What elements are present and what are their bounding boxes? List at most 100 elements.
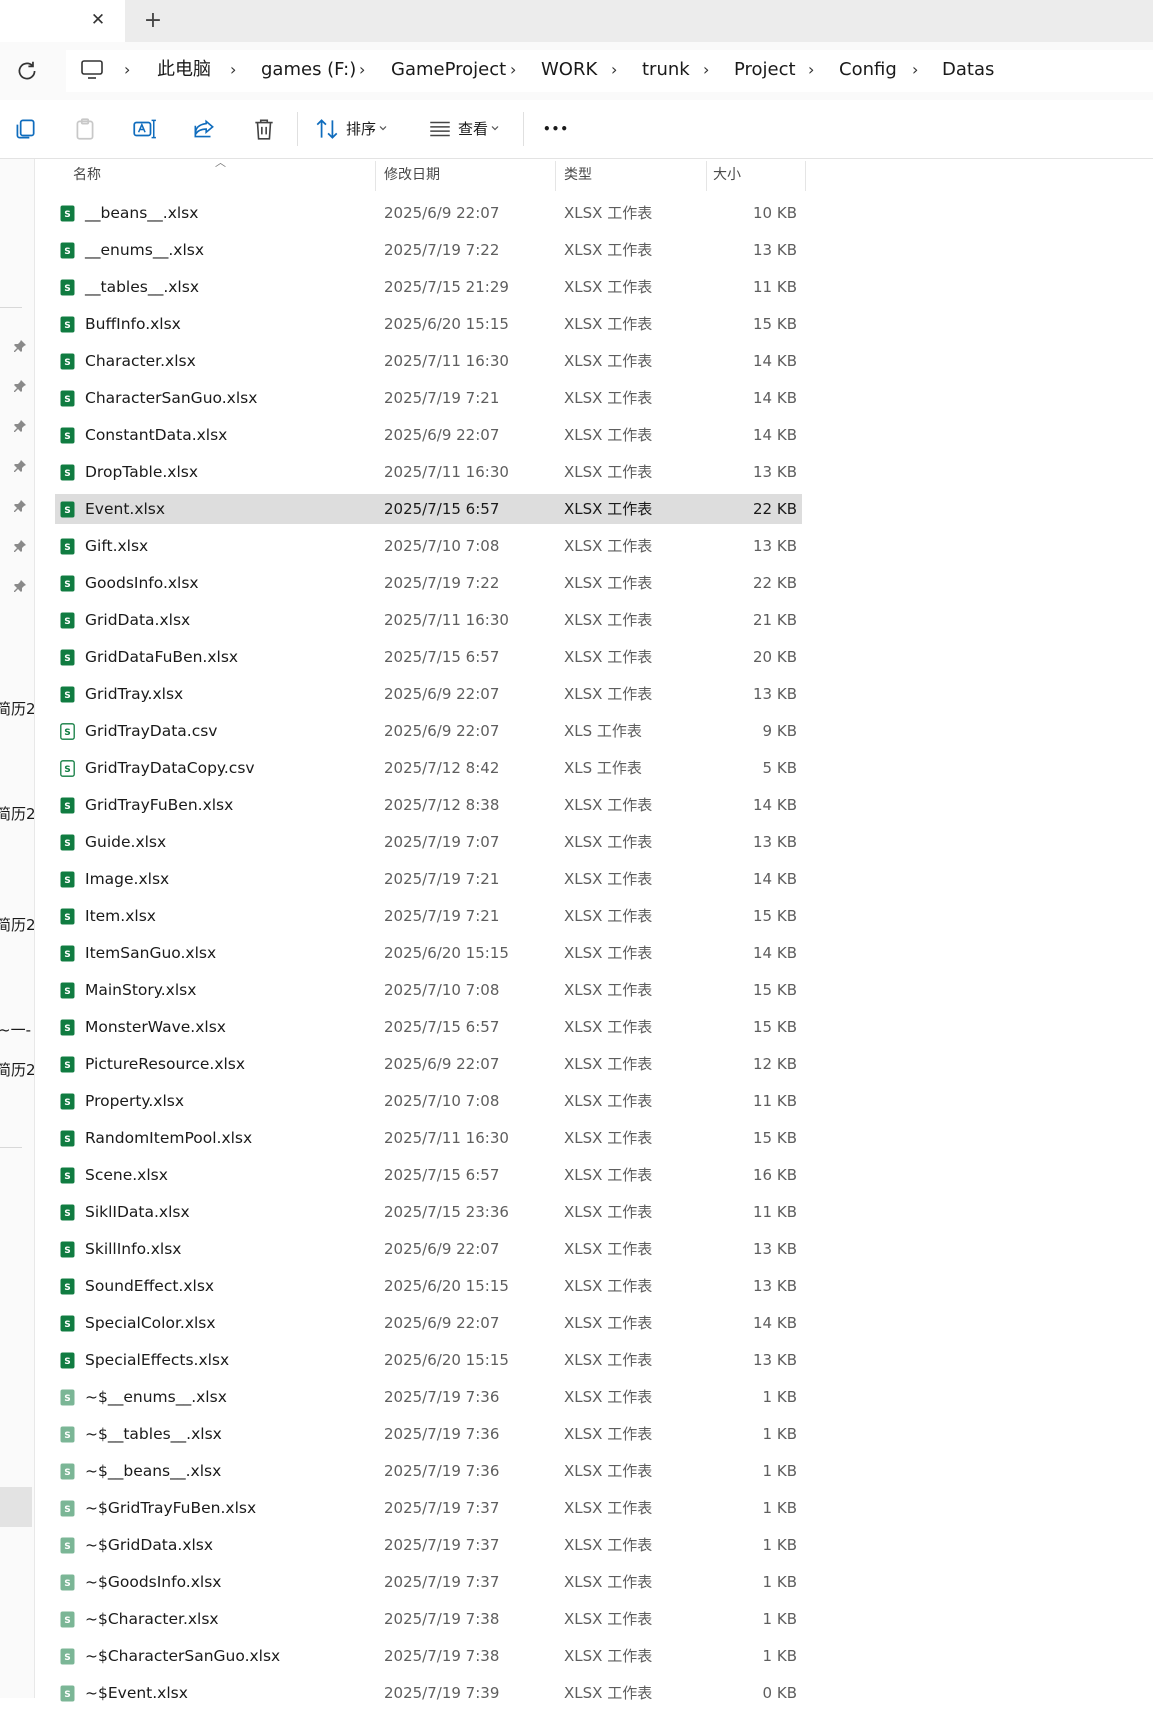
breadcrumb-chevron-icon[interactable]: › <box>230 56 236 84</box>
column-divider[interactable] <box>555 161 556 191</box>
breadcrumb-item[interactable]: Config <box>839 56 897 84</box>
file-row[interactable]: S Property.xlsx 2025/7/10 7:08 XLSX 工作表 11 K… <box>0 1085 810 1122</box>
file-size: 14 KB <box>753 944 797 962</box>
file-name: ~$__enums__.xlsx <box>85 1388 227 1406</box>
delete-icon[interactable] <box>251 116 277 142</box>
view-button[interactable]: 查看 <box>458 114 488 144</box>
file-row[interactable]: S GridTrayFuBen.xlsx 2025/7/12 8:38 XLSX 工作… <box>0 789 810 826</box>
column-header-date[interactable]: 修改日期 <box>384 159 440 191</box>
column-header-row: 名称 修改日期 类型 大小 <box>35 159 806 191</box>
breadcrumb-item[interactable]: 此电脑 <box>157 56 211 84</box>
column-header-type[interactable]: 类型 <box>564 159 592 191</box>
file-row[interactable]: S Scene.xlsx 2025/7/15 6:57 XLSX 工作表 16 KB <box>0 1159 810 1196</box>
file-row[interactable]: S ~$__beans__.xlsx 2025/7/19 7:36 XLSX 工作表 1… <box>0 1455 810 1492</box>
svg-text:S: S <box>64 432 70 442</box>
paste-icon[interactable] <box>72 116 98 142</box>
new-tab-icon[interactable]: + <box>140 8 166 34</box>
file-row[interactable]: S Character.xlsx 2025/7/11 16:30 XLSX 工作表 14… <box>0 345 810 382</box>
column-divider[interactable] <box>706 161 707 191</box>
file-row[interactable]: S ~$Character.xlsx 2025/7/19 7:38 XLSX 工作表 1… <box>0 1603 810 1640</box>
this-pc-icon[interactable] <box>80 59 104 81</box>
share-icon[interactable] <box>191 116 217 142</box>
file-row[interactable]: S GridTray.xlsx 2025/6/9 22:07 XLSX 工作表 13 K… <box>0 678 810 715</box>
file-row[interactable]: S __tables__.xlsx 2025/7/15 21:29 XLSX 工作表 1… <box>0 271 810 308</box>
excel-file-icon: S <box>60 1204 75 1221</box>
file-row[interactable]: S SkillInfo.xlsx 2025/6/9 22:07 XLSX 工作表 13 … <box>0 1233 810 1270</box>
file-row[interactable]: S ~$GoodsInfo.xlsx 2025/7/19 7:37 XLSX 工作表 1… <box>0 1566 810 1603</box>
file-row[interactable]: S ~$__tables__.xlsx 2025/7/19 7:36 XLSX 工作表… <box>0 1418 810 1455</box>
file-name: GridDataFuBen.xlsx <box>85 648 239 666</box>
breadcrumb-item[interactable]: GameProject <box>391 56 506 84</box>
copy-icon[interactable] <box>12 116 38 142</box>
close-tab-icon[interactable]: ✕ <box>86 8 110 32</box>
file-row[interactable]: S GridTrayData.csv 2025/6/9 22:07 XLS 工作表 9 … <box>0 715 810 752</box>
file-row[interactable]: S ~$Event.xlsx 2025/7/19 7:39 XLSX 工作表 0 KB <box>0 1677 810 1714</box>
breadcrumb-item[interactable]: games (F:) <box>261 56 356 84</box>
rename-icon[interactable] <box>131 116 157 142</box>
svg-text:S: S <box>64 1505 70 1515</box>
file-row[interactable]: S GridTrayDataCopy.csv 2025/7/12 8:42 XLS 工… <box>0 752 810 789</box>
column-divider[interactable] <box>805 161 806 191</box>
column-header-name[interactable]: 名称 <box>73 159 101 191</box>
file-row[interactable]: S ~$CharacterSanGuo.xlsx 2025/7/19 7:38 XLS… <box>0 1640 810 1677</box>
file-row[interactable]: S SpecialEffects.xlsx 2025/6/20 15:15 XLSX … <box>0 1344 810 1381</box>
file-row[interactable]: S RandomItemPool.xlsx 2025/7/11 16:30 XLSX … <box>0 1122 810 1159</box>
file-row[interactable]: S ~$GridData.xlsx 2025/7/19 7:37 XLSX 工作表 1 … <box>0 1529 810 1566</box>
breadcrumb-chevron-icon[interactable]: › <box>808 56 814 84</box>
file-modified-date: 2025/7/19 7:07 <box>384 833 500 851</box>
file-row[interactable]: S SoundEffect.xlsx 2025/6/20 15:15 XLSX 工作表… <box>0 1270 810 1307</box>
file-size: 11 KB <box>753 1092 797 1110</box>
file-row[interactable]: S ~$GridTrayFuBen.xlsx 2025/7/19 7:37 XLSX … <box>0 1492 810 1529</box>
view-icon[interactable] <box>427 116 453 142</box>
file-row[interactable]: S Item.xlsx 2025/7/19 7:21 XLSX 工作表 15 KB <box>0 900 810 937</box>
breadcrumb-chevron-icon[interactable]: › <box>510 56 516 84</box>
breadcrumb-item[interactable]: trunk <box>642 56 690 84</box>
column-divider[interactable] <box>375 161 376 191</box>
file-row[interactable]: S SiklIData.xlsx 2025/7/15 23:36 XLSX 工作表 11… <box>0 1196 810 1233</box>
file-row[interactable]: S Image.xlsx 2025/7/19 7:21 XLSX 工作表 14 KB <box>0 863 810 900</box>
more-options-icon[interactable]: ••• <box>543 114 569 144</box>
refresh-icon[interactable] <box>14 58 40 84</box>
breadcrumb-item[interactable]: Project <box>734 56 796 84</box>
toolbar-divider <box>523 112 524 146</box>
file-row[interactable]: S MainStory.xlsx 2025/7/10 7:08 XLSX 工作表 15 … <box>0 974 810 1011</box>
file-row[interactable]: S __beans__.xlsx 2025/6/9 22:07 XLSX 工作表 10 … <box>0 197 810 234</box>
file-row[interactable]: S ConstantData.xlsx 2025/6/9 22:07 XLSX 工作表… <box>0 419 810 456</box>
file-row[interactable]: S GoodsInfo.xlsx 2025/7/19 7:22 XLSX 工作表 22 … <box>0 567 810 604</box>
file-size: 13 KB <box>753 1277 797 1295</box>
file-type: XLSX 工作表 <box>564 1425 653 1443</box>
file-row[interactable]: S Gift.xlsx 2025/7/10 7:08 XLSX 工作表 13 KB <box>0 530 810 567</box>
excel-file-icon: S <box>60 612 75 629</box>
breadcrumb-chevron-icon[interactable]: › <box>611 56 617 84</box>
breadcrumb-item[interactable]: WORK <box>541 56 597 84</box>
column-header-size[interactable]: 大小 <box>713 159 741 191</box>
file-row[interactable]: S PictureResource.xlsx 2025/6/9 22:07 XLSX … <box>0 1048 810 1085</box>
file-row[interactable]: S MonsterWave.xlsx 2025/7/15 6:57 XLSX 工作表 1… <box>0 1011 810 1048</box>
file-row[interactable]: S Event.xlsx 2025/7/15 6:57 XLSX 工作表 22 KB <box>0 493 810 530</box>
file-row[interactable]: S BuffInfo.xlsx 2025/6/20 15:15 XLSX 工作表 15 … <box>0 308 810 345</box>
active-tab[interactable]: ✕ <box>0 0 125 42</box>
file-type: XLSX 工作表 <box>564 537 653 555</box>
file-row[interactable]: S Guide.xlsx 2025/7/19 7:07 XLSX 工作表 13 KB <box>0 826 810 863</box>
file-row[interactable]: S CharacterSanGuo.xlsx 2025/7/19 7:21 XLSX … <box>0 382 810 419</box>
sort-icon[interactable] <box>314 116 340 142</box>
breadcrumb-chevron-icon[interactable]: › <box>703 56 709 84</box>
file-row[interactable]: S GridDataFuBen.xlsx 2025/7/15 6:57 XLSX 工作… <box>0 641 810 678</box>
file-name: __tables__.xlsx <box>85 278 199 296</box>
breadcrumb-chevron-icon[interactable]: › <box>359 56 365 84</box>
file-type: XLSX 工作表 <box>564 1203 653 1221</box>
file-row[interactable]: S ~$__enums__.xlsx 2025/7/19 7:36 XLSX 工作表 1… <box>0 1381 810 1418</box>
file-type: XLSX 工作表 <box>564 574 653 592</box>
sort-button[interactable]: 排序 <box>346 114 376 144</box>
file-row[interactable]: S ItemSanGuo.xlsx 2025/6/20 15:15 XLSX 工作表 1… <box>0 937 810 974</box>
file-row[interactable]: S SpecialColor.xlsx 2025/6/9 22:07 XLSX 工作表… <box>0 1307 810 1344</box>
excel-file-icon: S <box>60 1389 75 1406</box>
breadcrumb-chevron-icon[interactable]: › <box>124 56 130 84</box>
file-row[interactable]: S __enums__.xlsx 2025/7/19 7:22 XLSX 工作表 13 … <box>0 234 810 271</box>
file-row[interactable]: S GridData.xlsx 2025/7/11 16:30 XLSX 工作表 21 … <box>0 604 810 641</box>
file-type: XLSX 工作表 <box>564 685 653 703</box>
file-row[interactable]: S DropTable.xlsx 2025/7/11 16:30 XLSX 工作表 13… <box>0 456 810 493</box>
breadcrumb-item-current[interactable]: Datas <box>942 56 994 84</box>
breadcrumb-chevron-icon[interactable]: › <box>912 56 918 84</box>
file-name: Character.xlsx <box>85 352 196 370</box>
